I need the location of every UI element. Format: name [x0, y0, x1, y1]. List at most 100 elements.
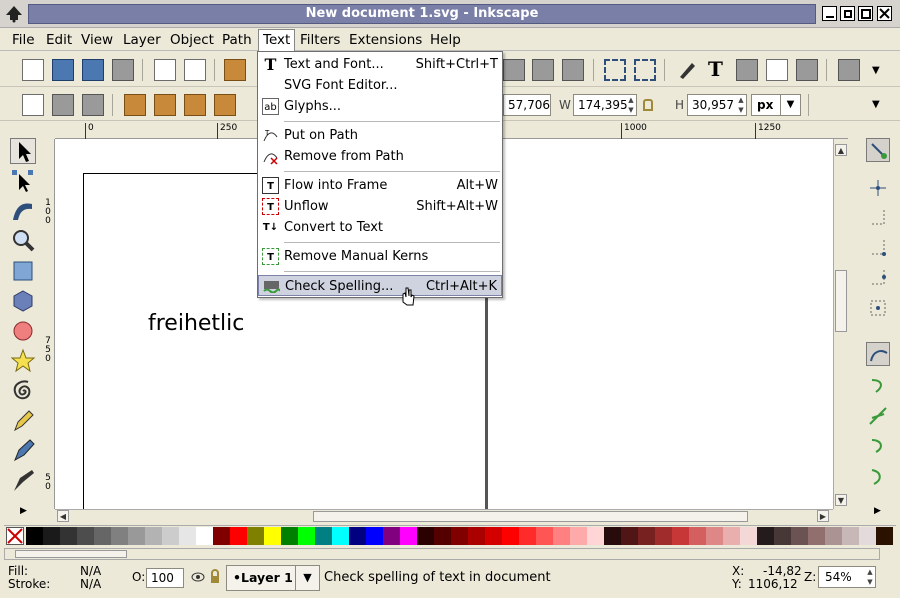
- lock-icon[interactable]: [209, 569, 221, 584]
- color-swatch[interactable]: [553, 527, 570, 545]
- color-swatch[interactable]: [230, 527, 247, 545]
- toolbox-more-icon[interactable]: ▶: [20, 506, 27, 516]
- color-swatch[interactable]: [298, 527, 315, 545]
- lock-icon[interactable]: [643, 99, 653, 111]
- stroke-value[interactable]: N/A: [80, 577, 101, 591]
- menu-item-unflow[interactable]: T Unflow Shift+Alt+W: [258, 196, 502, 217]
- snap-bbox-center-icon[interactable]: [866, 296, 890, 320]
- menu-item-put-on-path[interactable]: T Put on Path: [258, 125, 502, 146]
- import-icon[interactable]: [154, 59, 176, 81]
- color-swatch[interactable]: [281, 527, 298, 545]
- snapbar-more-icon[interactable]: ▶: [874, 506, 881, 516]
- minimize-button[interactable]: [822, 6, 837, 21]
- color-swatch[interactable]: [434, 527, 451, 545]
- color-swatch[interactable]: [723, 527, 740, 545]
- color-swatch[interactable]: [111, 527, 128, 545]
- palette-scrollbar[interactable]: [4, 548, 880, 560]
- menu-path[interactable]: Path: [218, 29, 256, 51]
- scroll-up-icon[interactable]: ▲: [835, 144, 847, 156]
- undo-icon[interactable]: [224, 59, 246, 81]
- color-swatch[interactable]: [213, 527, 230, 545]
- color-swatch[interactable]: [859, 527, 876, 545]
- scroll-down-icon[interactable]: ▼: [835, 494, 847, 506]
- menu-item-glyphs[interactable]: ab Glyphs...: [258, 96, 502, 117]
- color-swatch[interactable]: [842, 527, 859, 545]
- snap-midpoints-icon[interactable]: [866, 464, 890, 488]
- color-swatch[interactable]: [43, 527, 60, 545]
- color-swatch[interactable]: [706, 527, 723, 545]
- color-swatch[interactable]: [417, 527, 434, 545]
- color-swatch[interactable]: [604, 527, 621, 545]
- menu-item-convert-to-text[interactable]: T↓ Convert to Text: [258, 217, 502, 238]
- x-field[interactable]: 57,706: [503, 94, 551, 116]
- color-swatch[interactable]: [451, 527, 468, 545]
- snap-bbox-icon[interactable]: [866, 176, 890, 200]
- 3d-box-tool[interactable]: [10, 288, 36, 314]
- spiral-tool[interactable]: [10, 378, 36, 404]
- layer-select[interactable]: •Layer 1 ▼: [226, 565, 320, 591]
- menu-item-flow-into-frame[interactable]: T Flow into Frame Alt+W: [258, 175, 502, 196]
- color-swatch[interactable]: [791, 527, 808, 545]
- color-swatch[interactable]: [315, 527, 332, 545]
- text-tool-icon[interactable]: T: [705, 57, 727, 81]
- open-icon[interactable]: [52, 59, 74, 81]
- select-all-layers-icon[interactable]: [52, 94, 74, 116]
- chevron-down-icon[interactable]: ▼: [872, 65, 880, 76]
- color-swatch[interactable]: [94, 527, 111, 545]
- snap-bbox-midpoint-icon[interactable]: [866, 266, 890, 290]
- menu-filters[interactable]: Filters: [296, 29, 344, 51]
- xml-editor-icon[interactable]: [766, 59, 788, 81]
- canvas-text-object[interactable]: freihetlic: [148, 311, 244, 336]
- preferences-icon[interactable]: [838, 59, 860, 81]
- h-field[interactable]: 30,957 ▲ ▼: [687, 94, 747, 116]
- unit-select[interactable]: px ▼: [751, 94, 801, 116]
- pen-tool[interactable]: [10, 438, 36, 464]
- menu-item-remove-from-path[interactable]: Remove from Path: [258, 146, 502, 167]
- menu-item-text-and-font[interactable]: T Text and Font... Shift+Ctrl+T: [258, 54, 502, 75]
- menu-item-check-spelling[interactable]: Check Spelling... Ctrl+Alt+K: [258, 275, 502, 296]
- menu-view[interactable]: View: [77, 29, 117, 51]
- ungroup-icon[interactable]: [562, 59, 584, 81]
- color-swatch[interactable]: [621, 527, 638, 545]
- menu-object[interactable]: Object: [166, 29, 218, 51]
- snap-paths-icon[interactable]: [866, 374, 890, 398]
- flip-vertical-icon[interactable]: [214, 94, 236, 116]
- rotate-cw-icon[interactable]: [154, 94, 176, 116]
- layers-icon[interactable]: [736, 59, 758, 81]
- star-tool[interactable]: [10, 348, 36, 374]
- scroll-left-icon[interactable]: ◀: [57, 510, 69, 522]
- color-swatch[interactable]: [825, 527, 842, 545]
- menu-text[interactable]: Text: [258, 29, 296, 51]
- eye-icon[interactable]: [191, 570, 205, 584]
- opacity-field[interactable]: 100: [146, 568, 184, 588]
- snap-bbox-corner-icon[interactable]: [866, 236, 890, 260]
- color-swatch[interactable]: [570, 527, 587, 545]
- color-swatch[interactable]: [196, 527, 213, 545]
- color-swatch[interactable]: [26, 527, 43, 545]
- color-swatch[interactable]: [502, 527, 519, 545]
- selector-tool[interactable]: [10, 138, 36, 164]
- color-swatch[interactable]: [468, 527, 485, 545]
- color-swatch[interactable]: [349, 527, 366, 545]
- scroll-thumb[interactable]: [313, 511, 748, 522]
- color-swatch[interactable]: [400, 527, 417, 545]
- color-swatch[interactable]: [876, 527, 893, 545]
- color-swatch[interactable]: [774, 527, 791, 545]
- node-tool[interactable]: [10, 168, 36, 194]
- snap-smooth-nodes-icon[interactable]: [866, 434, 890, 458]
- menu-layer[interactable]: Layer: [119, 29, 165, 51]
- color-swatch[interactable]: [655, 527, 672, 545]
- color-swatch[interactable]: [264, 527, 281, 545]
- color-swatch[interactable]: [689, 527, 706, 545]
- pencil-tool[interactable]: [10, 408, 36, 434]
- print-icon[interactable]: [112, 59, 134, 81]
- fill-stroke-icon[interactable]: [676, 59, 698, 81]
- menu-help[interactable]: Help: [426, 29, 465, 51]
- color-swatch[interactable]: [740, 527, 757, 545]
- fill-value[interactable]: N/A: [80, 564, 101, 578]
- rotate-ccw-icon[interactable]: [124, 94, 146, 116]
- save-icon[interactable]: [82, 59, 104, 81]
- scroll-thumb[interactable]: [835, 270, 847, 332]
- color-swatch[interactable]: [179, 527, 196, 545]
- color-swatch[interactable]: [672, 527, 689, 545]
